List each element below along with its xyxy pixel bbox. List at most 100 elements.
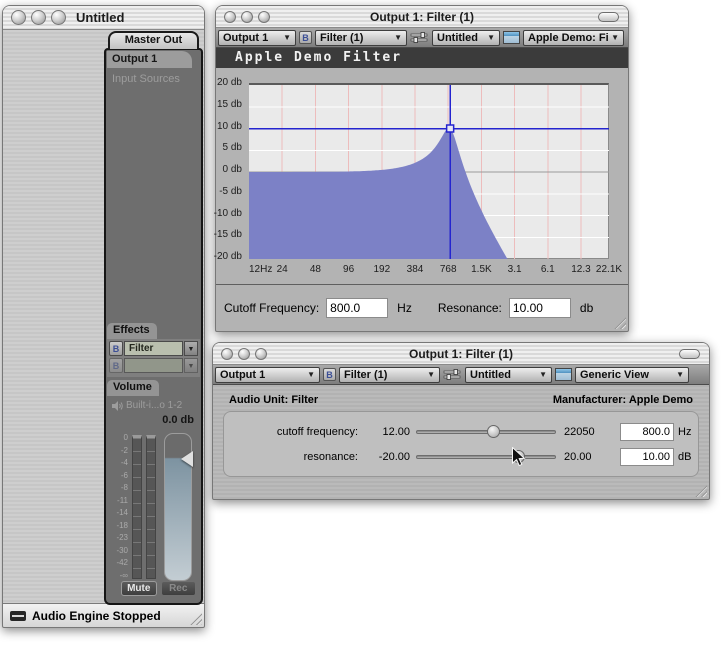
param-min-value: -20.00 [358,451,410,463]
view-icon [555,368,572,381]
fader-thumb[interactable] [181,451,193,467]
slider-track[interactable] [416,455,556,459]
audio-unit-name: Audio Unit: Filter [229,394,318,406]
effect-popup[interactable]: Filter (1)▼ [315,30,407,46]
response-plot[interactable] [249,83,609,259]
param-unit: dB [678,451,691,463]
minimize-button[interactable] [31,10,46,25]
y-tick-label: 0 db [223,165,242,175]
plugin-banner: Apple Demo Filter [216,48,628,68]
cutoff-input[interactable] [326,298,388,318]
mute-button[interactable]: Mute [121,581,157,596]
zoom-button[interactable] [51,10,66,25]
document-popup[interactable]: Untitled▼ [465,367,552,383]
resonance-label: Resonance: [438,301,502,315]
cutoff-unit: Hz [397,301,412,315]
param-min-value: 12.00 [358,426,410,438]
effect-popup[interactable]: Filter (1)▼ [339,367,440,383]
x-tick-label: 192 [373,264,390,275]
output-popup[interactable]: Output 1▼ [218,30,296,46]
meter-tick: -8 [109,484,130,492]
view-icon [503,31,520,44]
meter-tick: -2 [109,447,130,455]
bypass-icon: B [109,358,123,373]
y-tick-label: -20 db [214,252,242,262]
y-tick-label: 10 db [217,122,242,132]
generic-titlebar[interactable]: Output 1: Filter (1) [213,343,709,365]
engine-status: Audio Engine Stopped [32,609,161,623]
x-tick-label: 48 [310,264,321,275]
mixer-titlebar[interactable]: Untitled [3,6,204,30]
y-tick-label: 20 db [217,78,242,88]
mute-rec-row: Mute Rec [121,581,196,596]
bypass-icon[interactable]: B [299,31,312,44]
close-button[interactable] [11,10,26,25]
param-value-input[interactable] [620,423,674,441]
resize-grip[interactable] [613,316,626,329]
document-icon [410,31,429,44]
document-icon [443,368,462,381]
param-unit: Hz [678,426,691,438]
graph-titlebar[interactable]: Output 1: Filter (1) [216,6,628,28]
x-tick-label: 12.3 [571,264,590,275]
chevron-down-icon[interactable]: ▼ [184,341,198,356]
speaker-icon [112,401,123,411]
chevron-down-icon: ▼ [307,370,315,379]
output-popup[interactable]: Output 1▼ [215,367,320,383]
y-tick-label: -10 db [214,209,242,219]
view-popup[interactable]: Generic View▼ [575,367,689,383]
master-out-tab[interactable]: Master Out [108,31,199,49]
parameter-group: cutoff frequency:12.00 22050 Hz resonance:-… [223,411,699,477]
param-value-input[interactable] [620,448,674,466]
effects-section-tab[interactable]: Effects [107,323,157,339]
meter-tick: -30 [109,547,130,555]
graph-controls: Cutoff Frequency: Hz Resonance: db [216,284,628,331]
effect-slot-1: B Filter ▼ [109,341,198,356]
slider-thumb[interactable] [487,425,500,438]
rec-button[interactable]: Rec [161,581,197,596]
crosshair-handle[interactable] [447,125,454,132]
bypass-icon[interactable]: B [323,368,336,381]
channel-strip: Output 1 Input Sources Effects B Filter … [104,48,203,605]
volume-section-tab[interactable]: Volume [107,380,159,396]
parameter-row: cutoff frequency:12.00 22050 Hz [228,419,694,444]
status-bar: Audio Engine Stopped [3,603,204,627]
collapse-button[interactable] [598,12,619,22]
meter-bar-right [146,435,156,579]
meter-tick: -4 [109,459,130,467]
meter-tick: -11 [109,497,130,505]
resize-grip[interactable] [694,484,707,497]
view-popup[interactable]: Apple Demo: Filter▼ [523,30,624,46]
param-slider[interactable] [416,450,556,464]
mouse-cursor [512,447,526,467]
meter-tick: -23 [109,534,130,542]
chevron-down-icon[interactable]: ▼ [184,358,198,373]
bypass-icon[interactable]: B [109,341,123,356]
response-curve[interactable] [249,85,609,259]
window-title: Output 1: Filter (1) [216,10,628,24]
param-label: cutoff frequency: [228,426,358,438]
effect-popup[interactable]: Filter [124,341,183,356]
param-label: resonance: [228,451,358,463]
resonance-input[interactable] [509,298,571,318]
filter-graph: 20 db15 db10 db5 db0 db-5 db-10 db-15 db… [216,68,628,284]
chevron-down-icon: ▼ [676,370,684,379]
meter-tick: -∞ [109,572,130,580]
output-1-tab[interactable]: Output 1 [107,51,192,68]
document-popup[interactable]: Untitled▼ [432,30,500,46]
slider-track[interactable] [416,430,556,434]
plugin-header: Audio Unit: Filter Manufacturer: Apple D… [213,385,709,406]
volume-fader[interactable] [164,433,192,581]
collapse-button[interactable] [679,349,700,359]
input-sources-tab[interactable]: Input Sources [112,73,180,85]
meter-bar-left [132,435,142,579]
effect-popup-empty[interactable] [124,358,183,373]
chevron-down-icon: ▼ [487,33,495,42]
device-name: Built-i...o 1-2 [126,400,182,411]
chevron-down-icon: ▼ [427,370,435,379]
resize-grip[interactable] [189,612,202,625]
x-tick-label: 384 [407,264,424,275]
param-slider[interactable] [416,425,556,439]
param-max-value: 20.00 [564,451,612,463]
param-max-value: 22050 [564,426,612,438]
